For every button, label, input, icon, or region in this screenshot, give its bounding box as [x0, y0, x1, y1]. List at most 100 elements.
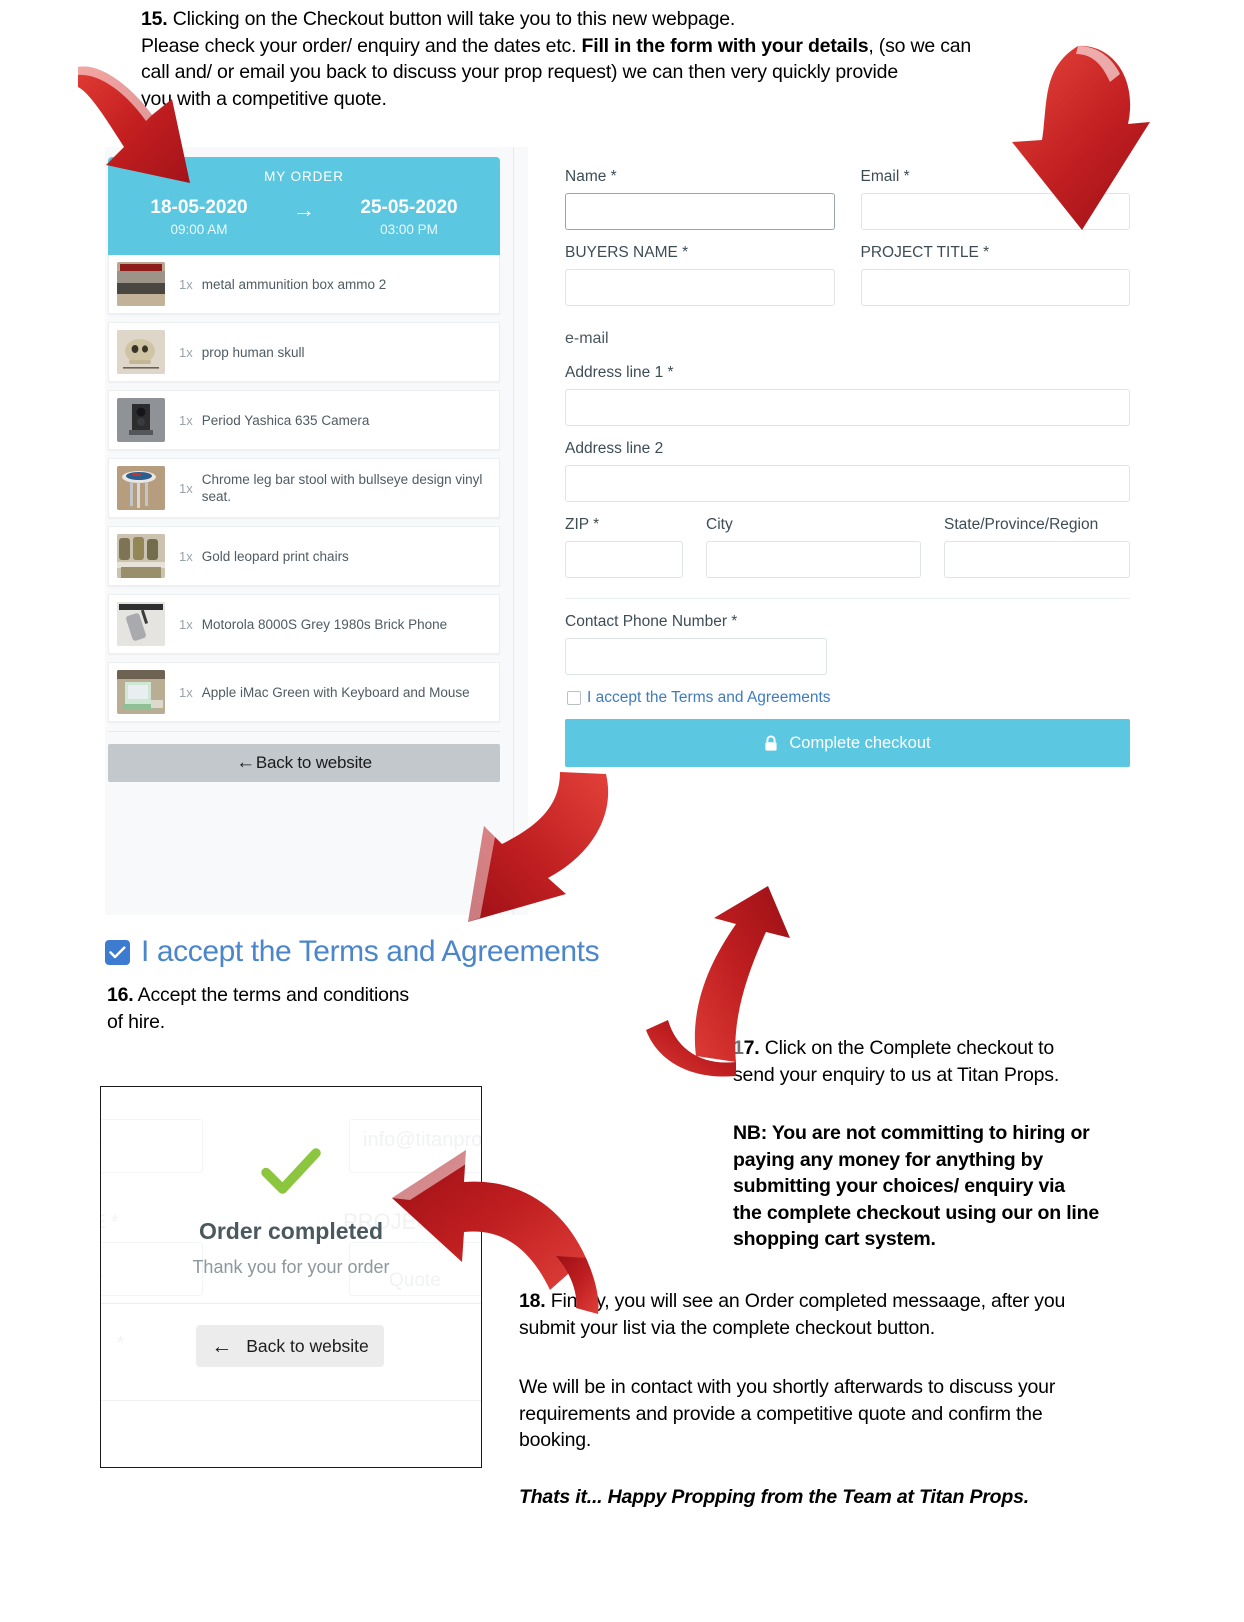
- step-18-line-2: submit your list via the complete checko…: [519, 1316, 935, 1339]
- address1-field-group: Address line 1 *: [565, 364, 1130, 426]
- nb-line-1: NB: You are not committing to hiring or: [733, 1122, 1090, 1144]
- date-range-arrow-icon: →: [293, 197, 315, 222]
- phone-label: Contact Phone Number *: [565, 613, 738, 630]
- cart-item[interactable]: 1x Chrome leg bar stool with bullseye de…: [108, 458, 500, 518]
- step-17-number: 17.: [733, 1037, 760, 1059]
- buyers-name-field-group: BUYERS NAME *: [565, 244, 835, 306]
- panel-divider: [513, 147, 514, 915]
- left-arrow-icon: ←: [236, 752, 255, 773]
- instruction-line-2-bold: Fill in the form with your details: [581, 34, 869, 57]
- address1-label: Address line 1 *: [565, 364, 674, 381]
- closing-line-3: booking.: [519, 1429, 592, 1451]
- address-section-separator: [565, 598, 1130, 599]
- green-check-icon: [101, 1147, 481, 1200]
- ghost-star: *: [117, 1333, 125, 1353]
- cart-item[interactable]: 1x Gold leopard print chairs: [108, 526, 500, 586]
- instruction-line-2a: Please check your order/ enquiry and the…: [141, 34, 582, 57]
- step-18-text: 18. Finally, you will see an Order compl…: [519, 1288, 1159, 1341]
- checkout-page-screenshot: MY ORDER 18-05-2020 09:00 AM → 25-05-202…: [90, 140, 1155, 915]
- step-17-line-1: Click on the Complete checkout to: [759, 1037, 1055, 1059]
- cart-end: 25-05-2020 03:00 PM: [344, 197, 474, 241]
- nb-line-5: shopping cart system.: [733, 1228, 936, 1250]
- signoff-text: Thats it... Happy Propping from the Team…: [519, 1486, 1029, 1508]
- cart-item-qty: 1x: [179, 684, 193, 700]
- nb-line-4: the complete checkout using our on line: [733, 1201, 1099, 1224]
- instruction-line-4: you with a competitive quote.: [141, 87, 387, 110]
- left-arrow-icon: ←: [211, 1334, 233, 1358]
- state-field-group: State/Province/Region: [944, 516, 1130, 578]
- cart-item[interactable]: 1x Period Yashica 635 Camera: [108, 390, 500, 450]
- order-completed-bottom-separator: [101, 1400, 481, 1401]
- closing-paragraph: We will be in contact with you shortly a…: [519, 1374, 1159, 1454]
- cart-item-name: metal ammunition box ammo 2: [201, 276, 387, 292]
- zip-field-group: ZIP *: [565, 516, 683, 578]
- state-label: State/Province/Region: [944, 516, 1099, 533]
- order-back-to-website-button[interactable]: ← Back to website: [196, 1325, 384, 1367]
- email-note: e-mail: [565, 330, 609, 347]
- step-16-line-1: Accept the terms and conditions: [133, 984, 409, 1006]
- zip-label: ZIP *: [565, 516, 600, 533]
- project-title-field-group: PROJECT TITLE *: [860, 244, 1130, 306]
- cart-header: MY ORDER 18-05-2020 09:00 AM → 25-05-202…: [108, 157, 500, 255]
- email-label: Email *: [860, 168, 910, 185]
- step-17-text: 17. Click on the Complete checkout to se…: [733, 1035, 1133, 1088]
- cart-item-qty: 1x: [179, 616, 193, 632]
- complete-checkout-button[interactable]: Complete checkout: [565, 719, 1130, 767]
- name-input[interactable]: [565, 193, 835, 230]
- zip-input[interactable]: [565, 541, 683, 578]
- step-16-number: 16.: [107, 984, 134, 1006]
- address2-input[interactable]: [565, 465, 1130, 502]
- project-title-input[interactable]: [860, 269, 1130, 306]
- nb-line-2: paying any money for anything by: [733, 1148, 1043, 1171]
- nb-note-block: NB: You are not committing to hiring or …: [733, 1120, 1153, 1253]
- cart-item-name: Apple iMac Green with Keyboard and Mouse: [201, 684, 470, 700]
- address2-field-group: Address line 2: [565, 440, 1130, 502]
- cart-end-date: 25-05-2020: [360, 197, 458, 218]
- chairs-thumbnail: [117, 534, 165, 578]
- cart-item-name: Chrome leg bar stool with bullseye desig…: [201, 472, 483, 504]
- closing-line-1: We will be in contact with you shortly a…: [519, 1376, 1056, 1398]
- email-input[interactable]: [860, 193, 1130, 230]
- instruction-line-1: 15. Clicking on the Checkout button will…: [141, 6, 1141, 33]
- cart-item-qty: 1x: [179, 276, 193, 292]
- cart-end-time: 03:00 PM: [380, 222, 438, 237]
- step-16-text: 16. Accept the terms and conditions of h…: [107, 982, 537, 1035]
- brick-phone-thumbnail: [117, 602, 165, 646]
- phone-input[interactable]: [565, 638, 827, 675]
- cart-item[interactable]: 1x Apple iMac Green with Keyboard and Mo…: [108, 662, 500, 722]
- cart-separator: [108, 731, 500, 732]
- buyers-name-label: BUYERS NAME *: [565, 244, 689, 261]
- cart-item[interactable]: 1x Motorola 8000S Grey 1980s Brick Phone: [108, 594, 500, 654]
- camera-thumbnail: [117, 398, 165, 442]
- cart-title: MY ORDER: [264, 169, 344, 184]
- order-completed-subtitle: Thank you for your order: [192, 1257, 390, 1277]
- terms-row[interactable]: I accept the Terms and Agreements: [567, 689, 1130, 707]
- instruction-line-2: Please check your order/ enquiry and the…: [141, 33, 1141, 60]
- order-completed-screenshot: s info@titanprop E * PROJECT TI s Quote …: [100, 1086, 482, 1468]
- cart-item-name: Period Yashica 635 Camera: [201, 412, 370, 428]
- city-input[interactable]: [706, 541, 921, 578]
- cart-item-qty: 1x: [179, 344, 193, 360]
- order-completed-divider: [101, 1303, 481, 1304]
- step-18-line-1: Finally, you will see an Order completed…: [545, 1290, 1066, 1312]
- cart-item-name: prop human skull: [201, 344, 305, 360]
- back-to-website-button[interactable]: ← Back to website: [108, 744, 500, 782]
- skull-thumbnail: [117, 330, 165, 374]
- phone-field-group: Contact Phone Number *: [565, 613, 827, 675]
- cart-item[interactable]: 1x prop human skull: [108, 322, 500, 382]
- cart-start-date: 18-05-2020: [150, 197, 248, 218]
- top-instruction-block: 15. Clicking on the Checkout button will…: [141, 6, 1141, 112]
- step-15-number: 15.: [141, 8, 168, 30]
- order-completed-title: Order completed: [198, 1218, 384, 1244]
- cart-start: 18-05-2020 09:00 AM: [134, 197, 264, 241]
- cart-item[interactable]: 1x metal ammunition box ammo 2: [108, 255, 500, 314]
- closing-line-2: requirements and provide a competitive q…: [519, 1402, 1043, 1425]
- state-input[interactable]: [944, 541, 1130, 578]
- address2-label: Address line 2: [565, 440, 664, 457]
- buyers-name-input[interactable]: [565, 269, 835, 306]
- terms-label: I accept the Terms and Agreements: [587, 689, 831, 706]
- email-field-group: Email *: [860, 168, 1130, 230]
- address1-input[interactable]: [565, 389, 1130, 426]
- accept-terms-checkbox-checked[interactable]: [105, 939, 130, 965]
- terms-checkbox[interactable]: [567, 691, 581, 705]
